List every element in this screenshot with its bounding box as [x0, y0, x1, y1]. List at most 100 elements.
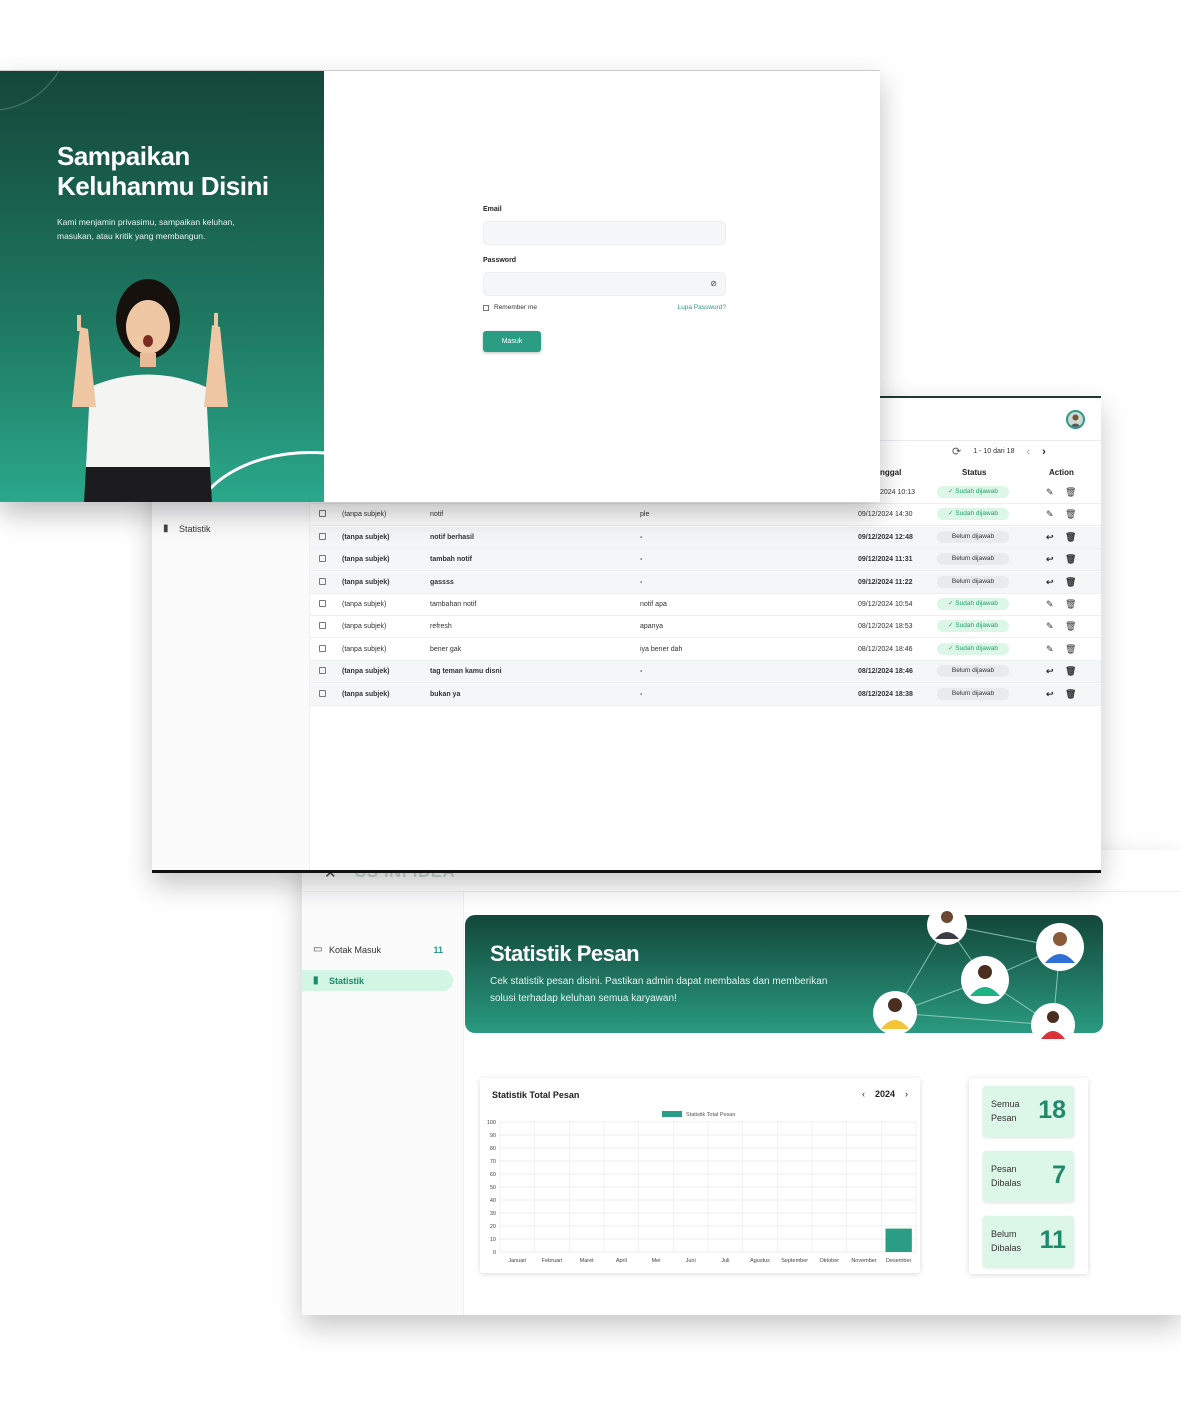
row-title: bener gak	[430, 645, 462, 653]
row-date: 09/12/2024 11:31	[858, 556, 913, 564]
banner-subtitle: Cek statistik pesan disini. Pastikan adm…	[490, 976, 828, 1004]
trash-icon[interactable]: 🗑	[1065, 509, 1076, 520]
table-row[interactable]: (tanpa subjek) gassss - 09/12/2024 11:22 Bel…	[310, 571, 1101, 594]
y-tick-label: 20	[490, 1224, 496, 1230]
row-subject: (tanpa subjek)	[342, 578, 390, 586]
table-row[interactable]: (tanpa subjek) refresh apanya 08/12/2024 18…	[310, 616, 1101, 639]
status-badge: ✓ Sudah dijawab	[937, 598, 1009, 610]
bar-chart: Statistik Total Pesan 0 10 20 30 40 50 60 70 80 90…	[487, 1111, 917, 1264]
y-tick-label: 0	[493, 1250, 496, 1256]
table-row[interactable]: (tanpa subjek) bener gak iya bener dah 08/1…	[310, 639, 1101, 661]
login-hero-panel: Sampaikan Keluhanmu Disini Kami menjamin…	[0, 71, 324, 502]
status-badge: Belum dijawab	[937, 687, 1009, 700]
table-row[interactable]: (tanpa subjek) notif berhasil - 09/12/2024 …	[310, 526, 1101, 549]
y-tick-label: 70	[490, 1159, 496, 1165]
row-title: bukan ya	[430, 690, 461, 698]
trash-icon[interactable]: 🗑	[1065, 554, 1076, 565]
bar-desember	[885, 1228, 912, 1252]
x-tick-label: Maret	[580, 1258, 595, 1264]
pagination-range: 1 - 10 dari 18	[973, 448, 1015, 455]
row-preview: -	[640, 690, 643, 698]
legend-swatch	[662, 1111, 682, 1117]
user-avatar[interactable]	[1066, 410, 1085, 429]
edit-icon[interactable]: ✎	[1046, 644, 1054, 655]
row-checkbox[interactable]	[319, 644, 326, 652]
edit-icon[interactable]: ✎	[1046, 599, 1054, 610]
column-header-action: Action	[1049, 468, 1074, 477]
chevron-right-icon[interactable]: ›	[905, 1089, 908, 1099]
trash-icon[interactable]: 🗑	[1065, 487, 1076, 498]
login-button[interactable]: Masuk	[483, 331, 541, 352]
status-badge-label: Sudah dijawab	[955, 622, 998, 630]
edit-icon[interactable]: ✎	[1046, 509, 1054, 520]
sidebar-item-statistik[interactable]: ▮ Statistik	[152, 518, 300, 539]
stat-card-label: Belum Dibalas	[991, 1229, 1022, 1253]
table-row[interactable]: (tanpa subjek) bukan ya - 08/12/2024 18:38 B…	[310, 683, 1101, 706]
chevron-left-icon[interactable]: ‹	[1026, 446, 1030, 458]
chevron-right-icon[interactable]: ›	[1042, 446, 1046, 458]
decorative-arc	[0, 71, 70, 111]
remember-checkbox[interactable]	[483, 304, 489, 311]
password-field[interactable]: ⊘	[483, 272, 726, 296]
stat-card-all: Semua Pesan 18	[983, 1086, 1074, 1137]
table-row[interactable]: (tanpa subjek) tambah notif - 09/12/2024 11…	[310, 549, 1101, 572]
stat-card-value: 7	[1052, 1161, 1066, 1189]
status-badge-label: Belum dijawab	[951, 555, 995, 563]
row-checkbox[interactable]	[319, 555, 326, 563]
email-field[interactable]	[483, 221, 726, 245]
sidebar-item-inbox[interactable]: ▭ Kotak Masuk 11	[302, 939, 453, 960]
refresh-icon[interactable]: ⟳	[952, 445, 961, 458]
x-tick-label: April	[616, 1258, 627, 1264]
trash-icon[interactable]: 🗑	[1065, 621, 1076, 632]
row-checkbox[interactable]	[319, 622, 326, 630]
forgot-password-link[interactable]: Lupa Password?	[678, 304, 726, 311]
reply-icon[interactable]: ↩	[1046, 554, 1054, 565]
stat-card-unreplied: Belum Dibalas 11	[983, 1216, 1074, 1267]
row-subject: (tanpa subjek)	[342, 511, 387, 519]
inbox-count-badge: 11	[433, 944, 443, 955]
row-checkbox[interactable]	[319, 689, 326, 697]
eye-off-icon[interactable]: ⊘	[710, 279, 717, 288]
trash-icon[interactable]: 🗑	[1065, 689, 1076, 700]
reply-icon[interactable]: ↩	[1046, 532, 1054, 543]
trash-icon[interactable]: 🗑	[1065, 666, 1076, 677]
row-checkbox[interactable]	[319, 510, 326, 518]
bar-chart-icon: ▮	[163, 523, 169, 534]
trash-icon[interactable]: 🗑	[1065, 644, 1076, 655]
row-date: 08/12/2024 18:38	[858, 690, 913, 698]
status-badge-label: Sudah dijawab	[955, 510, 998, 518]
trash-icon[interactable]: 🗑	[1065, 577, 1076, 588]
reply-icon[interactable]: ↩	[1046, 666, 1054, 677]
y-tick-label: 40	[490, 1198, 496, 1204]
reply-icon[interactable]: ↩	[1046, 689, 1054, 700]
trash-icon[interactable]: 🗑	[1065, 532, 1076, 543]
bar-chart-icon: ▮	[313, 975, 319, 986]
reply-icon[interactable]: ↩	[1046, 577, 1054, 588]
sidebar-item-statistik[interactable]: ▮ Statistik	[302, 970, 453, 991]
row-date: 09/12/2024 11:22	[858, 578, 913, 586]
total-messages-chart-card: Statistik Total Pesan ‹ 2024 › Statistik…	[480, 1078, 920, 1273]
row-checkbox[interactable]	[319, 667, 326, 675]
row-checkbox[interactable]	[319, 532, 326, 540]
status-badge: ✓ Sudah dijawab	[937, 642, 1009, 655]
edit-icon[interactable]: ✎	[1046, 621, 1054, 632]
table-row[interactable]: (tanpa subjek) notif ple 09/12/2024 14:30 ✓ …	[310, 504, 1101, 527]
row-preview: -	[640, 556, 643, 564]
row-subject: (tanpa subjek)	[342, 623, 387, 631]
row-date: 09/12/2024 12:48	[858, 533, 913, 541]
year-selector: ‹ 2024 ›	[862, 1089, 908, 1099]
row-subject: (tanpa subjek)	[342, 690, 390, 698]
row-title: tambahan notif	[430, 601, 477, 608]
status-badge-label: Belum dijawab	[951, 577, 995, 585]
row-title: refresh	[430, 623, 452, 631]
trash-icon[interactable]: 🗑	[1065, 599, 1076, 610]
table-row[interactable]: (tanpa subjek) tag teman kamu disni - 08/12…	[310, 661, 1101, 684]
login-form: Email Password ⊘ Remember me Lupa Passwo…	[483, 206, 726, 352]
edit-icon[interactable]: ✎	[1046, 487, 1054, 498]
row-checkbox[interactable]	[319, 600, 326, 607]
row-checkbox[interactable]	[319, 577, 326, 585]
row-title: gassss	[430, 578, 454, 586]
screenshot-collage: ✕ CS INFIDEA ▭ Kotak Masuk 11 ▮ Statisti…	[0, 0, 1181, 1417]
chevron-left-icon[interactable]: ‹	[862, 1089, 865, 1099]
table-row[interactable]: (tanpa subjek) tambahan notif notif apa 09/…	[310, 594, 1101, 616]
